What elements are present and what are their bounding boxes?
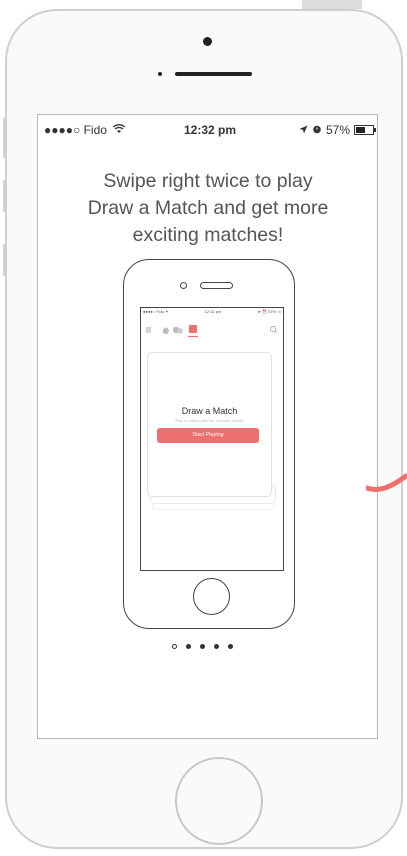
chat-icon <box>172 326 183 334</box>
status-bar: ●●●●○ Fido 12:32 pm 57% <box>44 123 382 139</box>
illustration-time: 12:32 pm <box>204 309 222 314</box>
onboarding-headline: Swipe right twice to play Draw a Match a… <box>40 168 376 249</box>
draw-match-card <box>147 352 272 497</box>
wifi-icon <box>113 124 126 137</box>
status-time: 12:32 pm <box>184 123 237 137</box>
page-dot[interactable] <box>186 644 191 649</box>
flame-icon <box>162 327 169 334</box>
draw-match-tab-icon <box>189 325 197 333</box>
headline-line: Draw a Match and get more <box>87 197 329 219</box>
status-right: 57% <box>299 123 377 137</box>
carrier-indicator: ●●●●○ Fido <box>44 123 126 137</box>
illustration-carrier: ●●●●○ Fido ✦ <box>143 309 169 314</box>
page-dot[interactable] <box>214 644 219 649</box>
illustration-home-button <box>193 578 230 615</box>
headline-line: Swipe right twice to play <box>103 170 313 192</box>
page-dot[interactable] <box>200 644 205 649</box>
earpiece-speaker <box>175 72 252 76</box>
battery-icon <box>354 125 377 135</box>
illustration-status-bar: ●●●●○ Fido ✦ 12:32 pm ➤ ⏰ 57% ▭ <box>143 309 281 314</box>
battery-percent: 57% <box>326 123 351 137</box>
device-top-button <box>302 0 362 9</box>
menu-icon <box>146 327 151 333</box>
card-title: Draw a Match <box>181 406 238 416</box>
location-arrow-icon <box>299 123 308 137</box>
alarm-icon <box>312 123 322 137</box>
illustration-speaker <box>200 282 233 289</box>
search-icon <box>270 326 278 334</box>
illustration-camera <box>180 282 187 289</box>
page-dot[interactable] <box>172 644 177 649</box>
proximity-sensor <box>158 72 162 76</box>
start-playing-button: Start Playing <box>157 428 259 443</box>
swipe-hint-arrow-icon <box>366 473 407 492</box>
page-indicator <box>172 644 233 649</box>
headline-line: exciting matches! <box>132 224 284 246</box>
illustration-nav-bar <box>143 322 281 340</box>
front-camera <box>203 37 212 46</box>
illustration-status-right: ➤ ⏰ 57% ▭ <box>257 309 281 314</box>
page-dot[interactable] <box>228 644 233 649</box>
carrier-label: ●●●●○ Fido <box>44 123 107 137</box>
card-subtitle: Play to match with the cooolest people <box>175 418 244 423</box>
home-button[interactable] <box>175 757 263 845</box>
